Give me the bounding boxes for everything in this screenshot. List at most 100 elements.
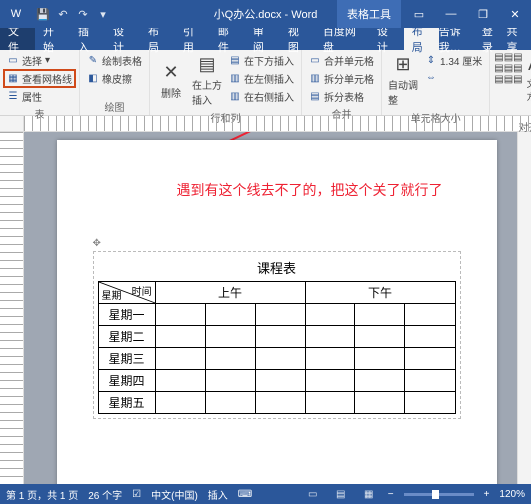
qat-more-icon[interactable]: ▾ bbox=[94, 5, 112, 23]
group-cell-size: ⊞自动调整 ⇕1.34 厘米 ⇔ 单元格大小 bbox=[382, 50, 490, 115]
grid-icon: ▦ bbox=[7, 73, 19, 85]
table-anchor-icon[interactable]: ✥ bbox=[93, 238, 461, 249]
align-mc-icon[interactable]: ▤ bbox=[504, 63, 513, 74]
close-icon[interactable]: ✕ bbox=[499, 0, 531, 28]
zoom-level[interactable]: 120% bbox=[499, 489, 525, 500]
insert-below-button[interactable]: ▤在下方插入 bbox=[226, 52, 297, 69]
tab-design[interactable]: 设计 bbox=[105, 28, 140, 50]
autofit-button[interactable]: ⊞自动调整 bbox=[386, 52, 420, 109]
language-button[interactable]: 中文(中国) bbox=[151, 487, 198, 502]
select-button[interactable]: ▭选择 ▾ bbox=[4, 52, 75, 69]
tab-review[interactable]: 审阅 bbox=[245, 28, 280, 50]
zoom-in-button[interactable]: + bbox=[484, 489, 490, 500]
align-tl-icon[interactable]: ▤ bbox=[494, 52, 503, 63]
align-ml-icon[interactable]: ▤ bbox=[494, 63, 503, 74]
ruler-horizontal[interactable] bbox=[0, 116, 531, 132]
ribbon: ▭选择 ▾ ▦查看网格线 ☰属性 表 ✎绘制表格 ◧橡皮擦 绘图 ✕删除 ▤在上… bbox=[0, 50, 531, 116]
zoom-out-button[interactable]: − bbox=[388, 489, 394, 500]
group-rows-cols: ✕删除 ▤在上方插入 ▤在下方插入 ▥在左侧插入 ▥在右侧插入 行和列 bbox=[150, 50, 302, 115]
proofing-icon[interactable]: ☑ bbox=[132, 489, 141, 500]
tab-insert[interactable]: 插入 bbox=[70, 28, 105, 50]
group-align: ▤▤▤ ▤▤▤ ▤▤▤ A↕文字方向 ▣单元格边距 对齐方式 bbox=[490, 50, 531, 115]
col-pm[interactable]: 下午 bbox=[305, 282, 455, 304]
align-tr-icon[interactable]: ▤ bbox=[513, 52, 522, 63]
tab-table-layout[interactable]: 布局 bbox=[404, 28, 439, 50]
pencil-icon: ✎ bbox=[87, 55, 99, 67]
delete-button[interactable]: ✕删除 bbox=[154, 52, 188, 109]
group-label: 绘图 bbox=[84, 98, 145, 115]
course-table[interactable]: 时间星期 上午 下午 星期一 星期二 星期三 星期四 星期五 bbox=[98, 281, 456, 414]
tab-view[interactable]: 视图 bbox=[280, 28, 315, 50]
undo-icon[interactable]: ↶ bbox=[54, 5, 72, 23]
tab-layout[interactable]: 布局 bbox=[140, 28, 175, 50]
col-am[interactable]: 上午 bbox=[155, 282, 305, 304]
insert-mode[interactable]: 插入 bbox=[208, 487, 228, 502]
save-icon[interactable]: 💾 bbox=[34, 5, 52, 23]
group-draw: ✎绘制表格 ◧橡皮擦 绘图 bbox=[80, 50, 150, 115]
tab-home[interactable]: 开始 bbox=[35, 28, 70, 50]
app-icon: W bbox=[6, 4, 26, 24]
col-width-input[interactable]: ⇔ bbox=[422, 70, 485, 84]
split-table-icon: ▤ bbox=[309, 91, 321, 103]
draw-table-button[interactable]: ✎绘制表格 bbox=[84, 52, 145, 69]
cursor-icon: ▭ bbox=[7, 55, 19, 67]
split-cells-button[interactable]: ▥拆分单元格 bbox=[306, 70, 377, 87]
eraser-button[interactable]: ◧橡皮擦 bbox=[84, 70, 145, 87]
split-table-button[interactable]: ▤拆分表格 bbox=[306, 88, 377, 105]
read-mode-icon[interactable]: ▭ bbox=[304, 487, 322, 501]
align-mr-icon[interactable]: ▤ bbox=[513, 63, 522, 74]
zoom-slider[interactable] bbox=[404, 493, 474, 496]
eraser-icon: ◧ bbox=[87, 73, 99, 85]
width-icon: ⇔ bbox=[425, 71, 437, 83]
keyboard-icon[interactable]: ⌨ bbox=[238, 489, 252, 500]
height-icon: ⇕ bbox=[425, 55, 437, 67]
ribbon-display-icon[interactable]: ▭ bbox=[403, 0, 435, 28]
tab-table-design[interactable]: 设计 bbox=[369, 28, 404, 50]
merge-cells-button[interactable]: ▭合并单元格 bbox=[306, 52, 377, 69]
table-row[interactable]: 星期三 bbox=[98, 348, 455, 370]
col-icon: ▥ bbox=[229, 73, 241, 85]
restore-icon[interactable]: ❐ bbox=[467, 0, 499, 28]
group-table: ▭选择 ▾ ▦查看网格线 ☰属性 表 bbox=[0, 50, 80, 115]
insert-right-button[interactable]: ▥在右侧插入 bbox=[226, 88, 297, 105]
group-merge: ▭合并单元格 ▥拆分单元格 ▤拆分表格 合并 bbox=[302, 50, 382, 115]
tab-references[interactable]: 引用 bbox=[175, 28, 210, 50]
page-count[interactable]: 第 1 页，共 1 页 bbox=[6, 487, 78, 502]
insert-above-button[interactable]: ▤在上方插入 bbox=[190, 52, 224, 109]
contextual-tab-label: 表格工具 bbox=[337, 0, 401, 28]
redo-icon[interactable]: ↷ bbox=[74, 5, 92, 23]
table-row[interactable]: 星期一 bbox=[98, 304, 455, 326]
merge-icon: ▭ bbox=[309, 55, 321, 67]
table-row[interactable]: 星期二 bbox=[98, 326, 455, 348]
insert-left-button[interactable]: ▥在左侧插入 bbox=[226, 70, 297, 87]
print-layout-icon[interactable]: ▤ bbox=[332, 487, 350, 501]
tab-file[interactable]: 文件 bbox=[0, 28, 35, 50]
col-icon: ▥ bbox=[229, 91, 241, 103]
table-row[interactable]: 星期四 bbox=[98, 370, 455, 392]
status-bar: 第 1 页，共 1 页 26 个字 ☑ 中文(中国) 插入 ⌨ ▭ ▤ ▦ − … bbox=[0, 484, 531, 504]
annotation-text: 遇到有这个线去不了的，把这个关了就行了 bbox=[177, 180, 443, 200]
tab-baidu[interactable]: 百度网盘 bbox=[315, 28, 369, 50]
ruler-vertical[interactable] bbox=[0, 132, 24, 484]
page[interactable]: 遇到有这个线去不了的，把这个关了就行了 ✥ 课程表 时间星期 上午 下午 星期一 bbox=[57, 140, 497, 484]
autofit-icon: ⊞ bbox=[395, 54, 410, 75]
text-direction-button[interactable]: A↕文字方向 bbox=[525, 52, 531, 105]
table-title[interactable]: 课程表 bbox=[98, 258, 456, 277]
vertical-scrollbar[interactable] bbox=[517, 132, 531, 484]
properties-button[interactable]: ☰属性 bbox=[4, 88, 75, 105]
diagonal-header[interactable]: 时间星期 bbox=[98, 282, 155, 304]
row-height-input[interactable]: ⇕1.34 厘米 bbox=[422, 52, 485, 69]
align-bl-icon[interactable]: ▤ bbox=[494, 74, 503, 85]
align-bc-icon[interactable]: ▤ bbox=[504, 74, 513, 85]
align-br-icon[interactable]: ▤ bbox=[513, 74, 522, 85]
tab-mailings[interactable]: 邮件 bbox=[210, 28, 245, 50]
align-tc-icon[interactable]: ▤ bbox=[504, 52, 513, 63]
table-row[interactable]: 星期五 bbox=[98, 392, 455, 414]
minimize-icon[interactable]: — bbox=[435, 0, 467, 28]
word-count[interactable]: 26 个字 bbox=[88, 487, 122, 502]
web-layout-icon[interactable]: ▦ bbox=[360, 487, 378, 501]
canvas[interactable]: 遇到有这个线去不了的，把这个关了就行了 ✥ 课程表 时间星期 上午 下午 星期一 bbox=[24, 132, 517, 484]
document-area: 遇到有这个线去不了的，把这个关了就行了 ✥ 课程表 时间星期 上午 下午 星期一 bbox=[0, 132, 531, 484]
ribbon-tabs: 文件 开始 插入 设计 布局 引用 邮件 审阅 视图 百度网盘 设计 布局 告诉… bbox=[0, 28, 531, 50]
view-gridlines-button[interactable]: ▦查看网格线 bbox=[4, 70, 75, 87]
